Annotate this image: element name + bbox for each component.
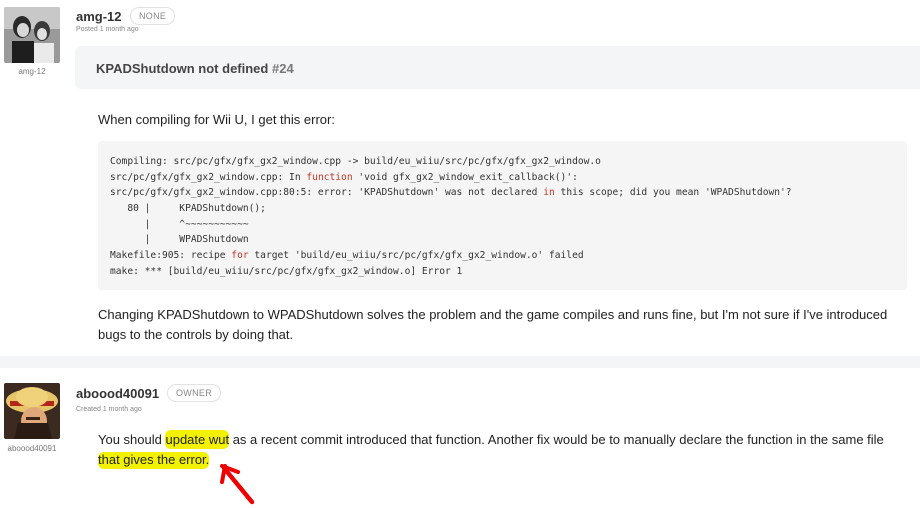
- red-arrow-icon: [220, 464, 255, 505]
- code-text: | ^~~~~~~~~~~~: [110, 218, 249, 230]
- code-keyword: function: [306, 171, 353, 183]
- highlighted-text: update wut: [165, 430, 230, 449]
- code-line: src/pc/gfx/gfx_gx2_window.cpp:80:5: erro…: [110, 185, 907, 201]
- avatar-caption: amg-12: [18, 67, 46, 76]
- code-text: | WPADShutdown: [110, 234, 249, 246]
- role-badge: OWNER: [167, 384, 221, 402]
- avatar[interactable]: [4, 7, 60, 63]
- code-text: Makefile:905: recipe: [110, 250, 232, 262]
- code-text: make: *** [build/eu_wiiu/src/pc/gfx/gfx_…: [110, 265, 463, 277]
- code-line: src/pc/gfx/gfx_gx2_window.cpp: In functi…: [110, 170, 907, 186]
- code-text: src/pc/gfx/gfx_gx2_window.cpp: In: [110, 171, 307, 183]
- role-badge: NONE: [130, 7, 176, 25]
- post-intro: When compiling for Wii U, I get this err…: [98, 112, 335, 127]
- post-closing-line-1: Changing KPADShutdown to WPADShutdown so…: [98, 307, 888, 322]
- avatar[interactable]: [4, 383, 60, 439]
- code-line: | WPADShutdown: [110, 232, 907, 248]
- code-keyword: for: [231, 250, 249, 262]
- code-line: Compiling: src/pc/gfx/gfx_gx2_window.cpp…: [110, 154, 907, 170]
- post-timestamp: Posted 1 month ago: [76, 26, 139, 33]
- code-text: this scope; did you mean 'WPADShutdown'?: [554, 187, 792, 199]
- user-photo-avatar-icon: [4, 7, 60, 63]
- post-separator: [0, 356, 920, 368]
- post-closing-line-2: bugs to the controls by doing that.: [98, 327, 294, 342]
- code-text: Compiling: src/pc/gfx/gfx_gx2_window.cpp…: [110, 156, 601, 167]
- code-block: Compiling: src/pc/gfx/gfx_gx2_window.cpp…: [98, 141, 907, 290]
- code-text: src/pc/gfx/gfx_gx2_window.cpp:80:5: erro…: [110, 187, 544, 199]
- issue-number: #24: [271, 61, 294, 76]
- code-line: 80 | KPADShutdown();: [110, 201, 907, 217]
- issue-title[interactable]: KPADShutdown not defined #24: [96, 61, 294, 76]
- username[interactable]: aboood40091: [76, 386, 159, 401]
- reply-line-2: that gives the error.: [98, 450, 210, 470]
- avatar-caption: aboood40091: [7, 444, 57, 453]
- code-text: target 'build/eu_wiiu/src/pc/gfx/gfx_gx2…: [248, 250, 584, 262]
- username[interactable]: amg-12: [76, 9, 122, 24]
- code-text: 'void gfx_gx2_window_exit_callback()':: [352, 171, 578, 183]
- straw-hat-character-avatar-icon: [4, 383, 60, 439]
- post-timestamp: Created 1 month ago: [76, 406, 142, 413]
- code-line: Makefile:905: recipe for target 'build/e…: [110, 248, 907, 264]
- code-keyword: in: [543, 187, 555, 199]
- reply-line-1: You should update wut as a recent commit…: [98, 430, 884, 450]
- issue-title-box: KPADShutdown not defined #24: [75, 46, 920, 89]
- reply-text-after: as a recent commit introduced that funct…: [229, 432, 884, 447]
- code-line: make: *** [build/eu_wiiu/src/pc/gfx/gfx_…: [110, 264, 907, 280]
- reply-text-before: You should: [98, 432, 166, 447]
- code-line: | ^~~~~~~~~~~~: [110, 217, 907, 233]
- code-text: 80 | KPADShutdown();: [110, 203, 266, 215]
- reply-line-2-text: that gives the error.: [98, 452, 210, 469]
- issue-title-text: KPADShutdown not defined: [96, 61, 269, 76]
